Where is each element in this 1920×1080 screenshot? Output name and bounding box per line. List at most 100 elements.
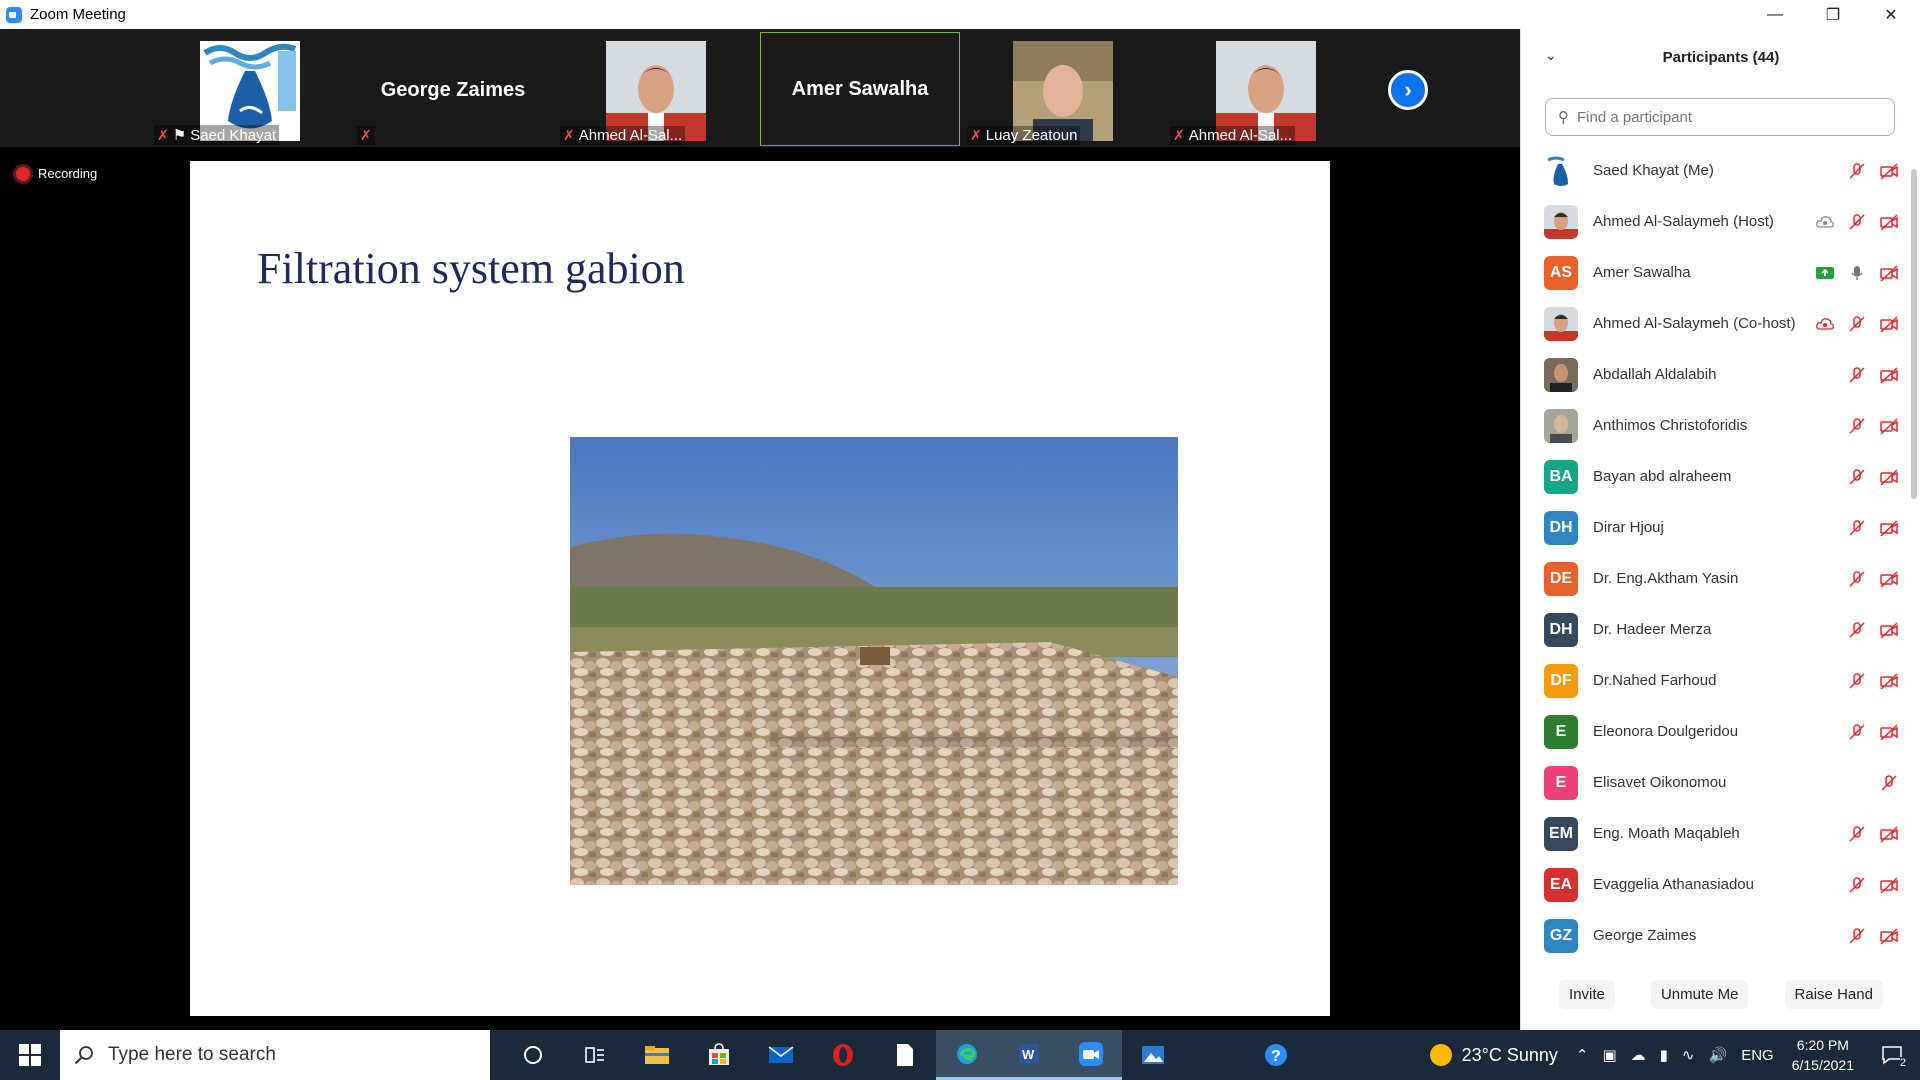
next-page-button[interactable]: ›: [1388, 70, 1428, 110]
mic-muted-icon[interactable]: [1847, 518, 1867, 538]
file-explorer-icon[interactable]: [626, 1030, 688, 1080]
mic-muted-icon[interactable]: [1847, 569, 1867, 589]
mic-icon[interactable]: [1847, 263, 1867, 283]
participant-row[interactable]: DH Dr. Hadeer Merza: [1521, 604, 1909, 655]
battery-icon[interactable]: ▮: [1660, 1046, 1668, 1064]
participant-row[interactable]: Saed Khayat (Me): [1521, 145, 1909, 196]
task-view-icon[interactable]: [564, 1030, 626, 1080]
mic-muted-icon[interactable]: [1847, 620, 1867, 640]
clock-date: 6/15/2021: [1791, 1057, 1854, 1073]
participant-name: Ahmed Al-Salaymeh (Host): [1593, 213, 1774, 230]
participants-panel: ⌄ Participants (44) ⚲ Saed Khayat (Me) A…: [1520, 29, 1920, 1030]
wifi-icon[interactable]: ∿: [1682, 1046, 1695, 1064]
video-off-icon[interactable]: [1879, 824, 1899, 844]
mic-muted-icon[interactable]: [1847, 926, 1867, 946]
participant-name: Ahmed Al-Salaymeh (Co-host): [1593, 315, 1796, 332]
notification-center-icon[interactable]: 2: [1872, 1035, 1912, 1075]
video-tile[interactable]: ✗ Ahmed Al-Sal...: [556, 33, 756, 147]
participant-row[interactable]: GZ George Zaimes: [1521, 910, 1909, 961]
mic-muted-icon[interactable]: [1847, 467, 1867, 487]
video-off-icon[interactable]: [1879, 620, 1899, 640]
video-tile-active-speaker[interactable]: Amer Sawalha: [760, 32, 960, 146]
participant-row[interactable]: EA Evaggelia Athanasiadou: [1521, 859, 1909, 910]
participant-row[interactable]: BA Bayan abd alraheem: [1521, 451, 1909, 502]
device-icon[interactable]: ▣: [1602, 1046, 1616, 1064]
opera-icon[interactable]: [812, 1030, 874, 1080]
cortana-icon[interactable]: [502, 1030, 564, 1080]
video-off-icon[interactable]: [1879, 875, 1899, 895]
participant-row[interactable]: Ahmed Al-Salaymeh (Co-host): [1521, 298, 1909, 349]
clock[interactable]: 6:20 PM 6/15/2021: [1792, 1035, 1854, 1075]
participant-search[interactable]: ⚲: [1545, 98, 1895, 136]
participant-row[interactable]: EM Eng. Moath Maqableh: [1521, 808, 1909, 859]
mic-muted-icon[interactable]: [1847, 212, 1867, 232]
mic-muted-icon[interactable]: [1847, 875, 1867, 895]
mic-muted-icon[interactable]: [1847, 314, 1867, 334]
restore-button[interactable]: ❐: [1804, 0, 1862, 29]
word-icon[interactable]: W: [998, 1030, 1060, 1080]
video-off-icon[interactable]: [1879, 467, 1899, 487]
close-button[interactable]: ✕: [1862, 0, 1920, 29]
photos-icon[interactable]: [1122, 1030, 1184, 1080]
mic-muted-icon[interactable]: [1847, 416, 1867, 436]
participant-row[interactable]: E Eleonora Doulgeridou: [1521, 706, 1909, 757]
mic-muted-icon[interactable]: [1879, 773, 1899, 793]
volume-icon[interactable]: 🔊: [1709, 1046, 1728, 1064]
video-off-icon[interactable]: [1879, 365, 1899, 385]
mic-muted-icon[interactable]: [1847, 722, 1867, 742]
participant-search-input[interactable]: [1577, 108, 1857, 126]
video-off-icon[interactable]: [1879, 926, 1899, 946]
participant-row[interactable]: AS Amer Sawalha: [1521, 247, 1909, 298]
participant-row[interactable]: E Elisavet Oikonomou: [1521, 757, 1909, 808]
slide-title: Filtration system gabion: [257, 244, 685, 293]
participant-row[interactable]: DE Dr. Eng.Aktham Yasin: [1521, 553, 1909, 604]
participant-name: Eleonora Doulgeridou: [1593, 723, 1739, 740]
avatar: E: [1544, 765, 1578, 800]
video-off-icon[interactable]: [1879, 314, 1899, 334]
raise-hand-button[interactable]: Raise Hand: [1784, 980, 1883, 1009]
video-tile[interactable]: ✗ Luay Zeatoun: [963, 33, 1163, 147]
weather-widget[interactable]: 23°C Sunny: [1429, 1044, 1558, 1066]
avatar: GZ: [1544, 918, 1578, 953]
chevron-up-icon[interactable]: ⌃: [1576, 1046, 1589, 1064]
edge-icon[interactable]: [936, 1030, 998, 1080]
video-off-icon[interactable]: [1879, 722, 1899, 742]
video-off-icon[interactable]: [1879, 263, 1899, 283]
microsoft-store-icon[interactable]: [688, 1030, 750, 1080]
zoom-taskbar-icon[interactable]: [1060, 1030, 1122, 1080]
invite-button[interactable]: Invite: [1559, 980, 1615, 1009]
participant-row[interactable]: Abdallah Aldalabih: [1521, 349, 1909, 400]
video-tile[interactable]: George Zaimes ✗: [353, 33, 553, 147]
start-button[interactable]: [0, 1030, 60, 1080]
mail-icon[interactable]: [750, 1030, 812, 1080]
participant-name: George Zaimes: [1593, 927, 1697, 944]
help-icon[interactable]: ?: [1245, 1030, 1307, 1080]
minimize-button[interactable]: —: [1746, 0, 1804, 29]
avatar: EM: [1544, 816, 1578, 851]
video-off-icon[interactable]: [1879, 518, 1899, 538]
video-tile[interactable]: ✗ Ahmed Al-Sal...: [1166, 33, 1366, 147]
mic-muted-icon[interactable]: [1847, 161, 1867, 181]
recording-indicator[interactable]: Recording: [16, 166, 97, 181]
video-off-icon[interactable]: [1879, 212, 1899, 232]
participant-row[interactable]: Ahmed Al-Salaymeh (Host): [1521, 196, 1909, 247]
mic-muted-icon[interactable]: [1847, 365, 1867, 385]
mic-muted-icon[interactable]: [1847, 671, 1867, 691]
participant-row[interactable]: DF Dr.Nahed Farhoud: [1521, 655, 1909, 706]
chevron-down-icon[interactable]: ⌄: [1545, 47, 1557, 64]
mic-muted-icon: ✗: [1173, 127, 1185, 143]
video-off-icon[interactable]: [1879, 671, 1899, 691]
cloud-icon[interactable]: ☁: [1631, 1046, 1646, 1064]
language-indicator[interactable]: ENG: [1741, 1047, 1774, 1064]
participants-scrollbar[interactable]: [1911, 169, 1917, 499]
mic-muted-icon[interactable]: [1847, 824, 1867, 844]
participant-row[interactable]: DH Dirar Hjouj: [1521, 502, 1909, 553]
taskbar-search[interactable]: Type here to search: [60, 1030, 490, 1080]
participant-row[interactable]: Anthimos Christoforidis: [1521, 400, 1909, 451]
video-tile[interactable]: ✗ ⚑ Saed Khayat: [150, 33, 350, 147]
notepad-icon[interactable]: [874, 1030, 936, 1080]
video-off-icon[interactable]: [1879, 416, 1899, 436]
video-off-icon[interactable]: [1879, 569, 1899, 589]
video-off-icon[interactable]: [1879, 161, 1899, 181]
unmute-me-button[interactable]: Unmute Me: [1650, 980, 1749, 1009]
